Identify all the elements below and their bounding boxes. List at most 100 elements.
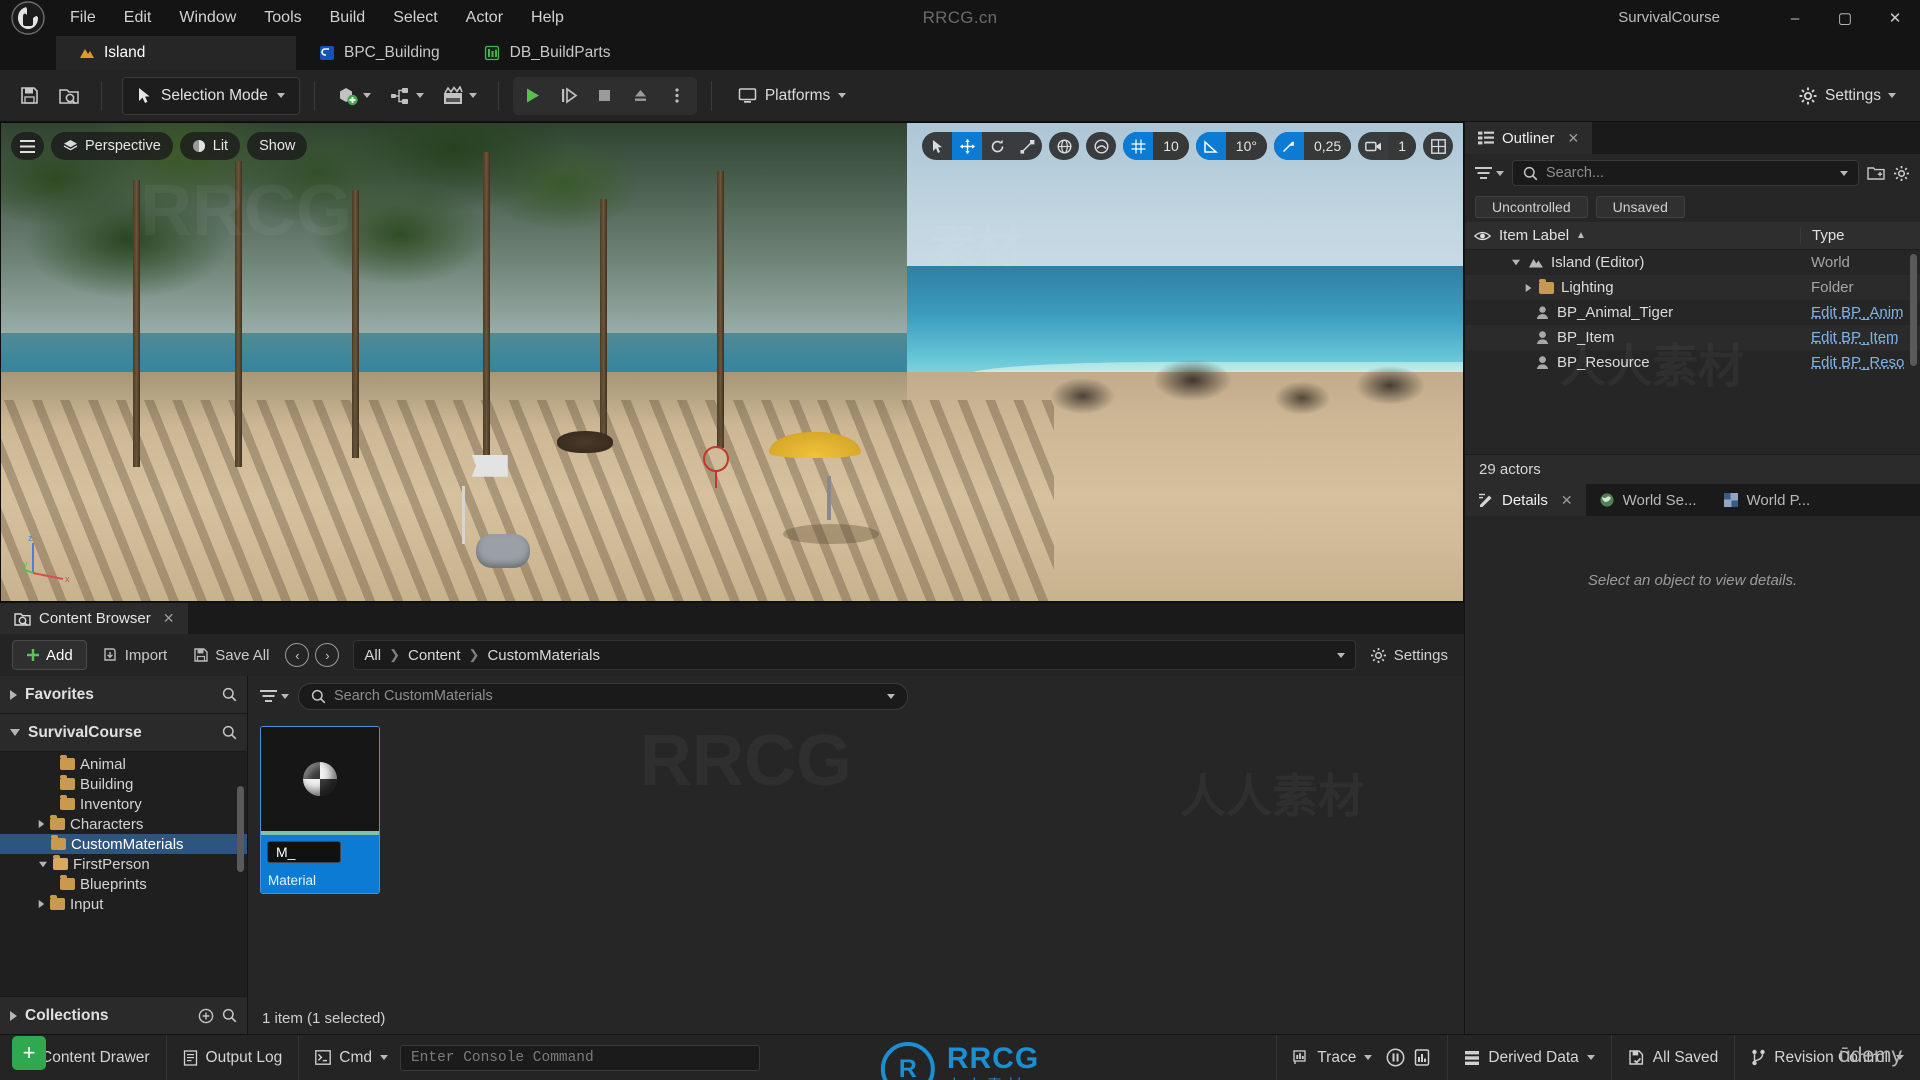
- outliner-filter-button[interactable]: [1475, 166, 1504, 180]
- breadcrumb-all[interactable]: All: [364, 647, 381, 664]
- close-icon[interactable]: ✕: [163, 610, 175, 627]
- folder-item-animal[interactable]: Animal: [0, 754, 247, 774]
- maximize-button[interactable]: ▢: [1820, 0, 1870, 36]
- tab-bpc-building[interactable]: BPC_Building: [296, 36, 462, 70]
- viewport-camera-button[interactable]: Perspective: [51, 132, 173, 160]
- folder-item-input[interactable]: Input: [0, 894, 247, 914]
- viewport-animal-actor[interactable]: [556, 430, 613, 453]
- survivalcourse-section[interactable]: SurvivalCourse: [0, 714, 247, 752]
- settings-button[interactable]: Settings: [1788, 77, 1906, 115]
- output-log-button[interactable]: Output Log: [167, 1034, 300, 1080]
- camera-speed-value[interactable]: 1: [1388, 132, 1416, 160]
- menu-item-window[interactable]: Window: [165, 0, 250, 36]
- outliner-scrollbar[interactable]: [1910, 254, 1917, 366]
- favorites-section[interactable]: Favorites: [0, 676, 247, 714]
- breadcrumb[interactable]: All ❯ Content ❯ CustomMaterials: [353, 640, 1356, 670]
- scale-tool-icon[interactable]: [1012, 132, 1042, 160]
- filter-button[interactable]: [260, 689, 289, 703]
- console-command-input[interactable]: [410, 1049, 749, 1066]
- search-icon[interactable]: [222, 687, 237, 702]
- scale-snap-icon[interactable]: [1273, 132, 1304, 160]
- search-icon[interactable]: [222, 725, 237, 740]
- tab-db-buildparts[interactable]: DB_BuildParts: [462, 36, 633, 70]
- new-folder-icon[interactable]: [1867, 165, 1885, 181]
- level-viewport[interactable]: z x y Perspective Lit Show 10 10° 0,25 1: [0, 122, 1464, 602]
- add-actor-button[interactable]: [329, 77, 378, 115]
- blueprints-button[interactable]: [382, 77, 431, 115]
- cmd-dropdown[interactable]: Cmd: [299, 1035, 394, 1080]
- import-button[interactable]: Import: [93, 640, 178, 670]
- outliner-row-lighting[interactable]: Lighting Folder: [1465, 275, 1920, 300]
- browse-icon[interactable]: [51, 77, 87, 115]
- save-all-button[interactable]: Save All: [183, 640, 279, 670]
- chevron-right-icon[interactable]: [38, 900, 45, 908]
- outliner-row-bp-resource[interactable]: BP_Resource Edit BP_Reso: [1465, 350, 1920, 375]
- folder-item-characters[interactable]: Characters: [0, 814, 247, 834]
- outliner-item-type[interactable]: Edit BP_Reso: [1800, 354, 1920, 371]
- tab-outliner[interactable]: Outliner ✕: [1465, 122, 1593, 154]
- folder-tree[interactable]: Animal Building Inventory Characters Cus…: [0, 752, 247, 996]
- viewport-view-mode-button[interactable]: Lit: [179, 132, 241, 160]
- tab-details[interactable]: Details ✕: [1465, 484, 1586, 516]
- folder-tree-scrollbar[interactable]: [237, 786, 244, 872]
- outliner-row-island[interactable]: Island (Editor) World: [1465, 250, 1920, 275]
- asset-search-input[interactable]: [334, 688, 879, 704]
- viewport-player-start-icon[interactable]: [476, 533, 531, 568]
- add-floating-button[interactable]: +: [12, 1036, 46, 1070]
- chevron-down-icon[interactable]: [1336, 652, 1345, 658]
- chevron-right-icon[interactable]: [38, 820, 45, 828]
- outliner-search-box[interactable]: [1512, 160, 1859, 186]
- outliner-row-list[interactable]: Island (Editor) World Lighting Folder BP…: [1465, 250, 1920, 454]
- console-command-input-wrapper[interactable]: [399, 1044, 760, 1071]
- surface-snap-icon[interactable]: [1086, 132, 1117, 160]
- camera-speed-icon[interactable]: [1358, 132, 1388, 160]
- chevron-down-icon[interactable]: [1840, 170, 1848, 176]
- close-icon[interactable]: ✕: [1561, 492, 1573, 509]
- folder-item-blueprints[interactable]: Blueprints: [0, 874, 247, 894]
- menu-item-help[interactable]: Help: [517, 0, 578, 36]
- close-icon[interactable]: ✕: [1568, 130, 1580, 147]
- minimize-button[interactable]: –: [1770, 0, 1820, 36]
- asset-tile-grid[interactable]: M_ Material: [248, 716, 1464, 1002]
- tab-content-browser[interactable]: Content Browser ✕: [0, 603, 189, 634]
- memory-icon[interactable]: [1413, 1048, 1431, 1067]
- asset-rename-input[interactable]: M_: [267, 841, 341, 863]
- translate-tool-icon[interactable]: [952, 132, 983, 160]
- derived-data-button[interactable]: Derived Data: [1447, 1034, 1610, 1080]
- column-header-type[interactable]: Type: [1800, 227, 1920, 244]
- viewport-selection-marker[interactable]: [702, 445, 729, 472]
- chevron-down-icon[interactable]: [1512, 259, 1520, 266]
- folder-item-firstperson[interactable]: FirstPerson: [0, 854, 247, 874]
- close-button[interactable]: ✕: [1870, 0, 1920, 36]
- outliner-row-bp-item[interactable]: BP_Item Edit BP_Item: [1465, 325, 1920, 350]
- outliner-row-bp-animal-tiger[interactable]: BP_Animal_Tiger Edit BP_Anim: [1465, 300, 1920, 325]
- unreal-engine-logo-icon[interactable]: [0, 0, 56, 36]
- collections-section[interactable]: Collections: [0, 996, 247, 1034]
- chevron-down-icon[interactable]: [39, 861, 47, 867]
- breadcrumb-content[interactable]: Content: [408, 647, 461, 664]
- viewport-layout-icon[interactable]: [1423, 132, 1453, 160]
- skip-button[interactable]: [551, 79, 587, 113]
- outliner-item-type[interactable]: Edit BP_Item: [1800, 329, 1920, 346]
- viewport-show-button[interactable]: Show: [247, 132, 308, 160]
- menu-item-file[interactable]: File: [56, 0, 110, 36]
- cinematics-button[interactable]: [435, 77, 484, 115]
- world-coords-icon[interactable]: [1049, 132, 1080, 160]
- column-header-item-label[interactable]: Item Label ▲: [1499, 227, 1800, 244]
- all-saved-button[interactable]: All Saved: [1610, 1034, 1734, 1080]
- rotate-tool-icon[interactable]: [982, 132, 1012, 160]
- search-icon[interactable]: [222, 1008, 237, 1023]
- angle-snap-value[interactable]: 10°: [1225, 132, 1267, 160]
- outliner-item-type[interactable]: Edit BP_Anim: [1800, 304, 1920, 321]
- play-button[interactable]: [515, 79, 551, 113]
- folder-item-inventory[interactable]: Inventory: [0, 794, 247, 814]
- grid-snap-value[interactable]: 10: [1153, 132, 1189, 160]
- asset-search-box[interactable]: [298, 682, 908, 710]
- outliner-settings-icon[interactable]: [1893, 165, 1910, 182]
- chevron-right-icon[interactable]: [1525, 283, 1532, 292]
- grid-snap-icon[interactable]: [1123, 132, 1154, 160]
- menu-item-tools[interactable]: Tools: [250, 0, 315, 36]
- chevron-down-icon[interactable]: [887, 693, 895, 699]
- tab-island[interactable]: Island: [56, 36, 296, 70]
- back-arrow-icon[interactable]: ‹: [285, 643, 310, 667]
